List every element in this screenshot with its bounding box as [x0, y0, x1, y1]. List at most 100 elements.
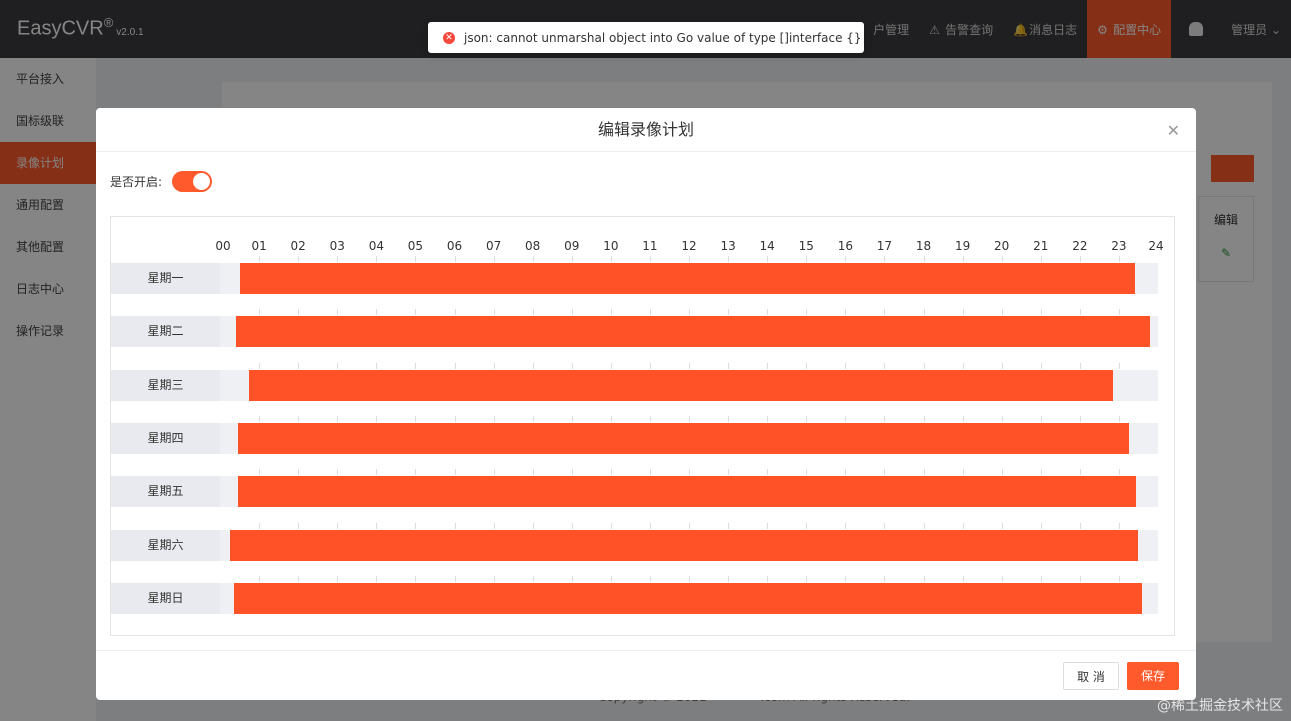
hour-label: 02 — [290, 239, 306, 253]
hour-tick — [649, 522, 651, 529]
hour-tick — [1001, 309, 1003, 316]
record-time-bar[interactable] — [239, 263, 1135, 294]
hour-tick — [376, 575, 378, 582]
hour-label: 10 — [603, 239, 619, 253]
hour-label: 21 — [1033, 239, 1049, 253]
hour-tick — [962, 575, 964, 582]
hour-label: 05 — [407, 239, 424, 253]
hour-tick — [806, 256, 808, 262]
hour-label: 04 — [368, 239, 384, 253]
hour-tick — [1040, 362, 1042, 369]
save-button[interactable]: 保存 — [1127, 662, 1179, 690]
hour-tick — [962, 522, 964, 529]
hour-tick — [415, 362, 417, 369]
hour-tick — [1118, 575, 1120, 582]
hour-label: 15 — [798, 239, 814, 253]
hour-tick — [1001, 256, 1003, 262]
record-time-bar[interactable] — [235, 316, 1151, 348]
enable-toggle[interactable] — [172, 170, 213, 192]
hour-tick — [337, 575, 339, 582]
hour-tick — [728, 415, 730, 422]
hour-label: 16 — [837, 239, 853, 253]
hour-tick — [298, 309, 300, 316]
hour-label: 11 — [642, 239, 658, 253]
record-time-bar[interactable] — [229, 529, 1139, 561]
record-time-bar[interactable] — [237, 476, 1137, 508]
hour-tick — [962, 415, 964, 422]
hour-tick — [649, 469, 651, 476]
hour-tick — [1001, 362, 1003, 369]
hour-tick — [728, 575, 730, 582]
hour-tick — [806, 415, 808, 422]
hour-tick — [649, 575, 651, 582]
modal-title: 编辑录像计划 — [96, 108, 1196, 152]
day-label: 星期三 — [111, 369, 220, 401]
hour-label: 20 — [994, 239, 1010, 253]
hour-tick — [298, 575, 300, 582]
hour-label: 09 — [564, 239, 580, 253]
record-time-bar[interactable] — [237, 422, 1129, 454]
hour-tick — [571, 469, 573, 476]
hour-tick — [1040, 256, 1042, 262]
hour-label: 14 — [759, 239, 775, 253]
hour-tick — [884, 362, 886, 369]
day-track[interactable] — [220, 256, 1158, 294]
hour-tick — [337, 522, 339, 529]
day-label: 星期日 — [111, 582, 220, 614]
day-track[interactable] — [220, 575, 1158, 614]
hour-tick — [962, 469, 964, 476]
hour-tick — [415, 415, 417, 422]
hour-tick — [845, 469, 847, 476]
hour-label: 07 — [485, 239, 502, 253]
hour-tick — [1079, 256, 1081, 262]
hour-tick — [415, 575, 417, 582]
hour-tick — [845, 362, 847, 369]
hour-label: 22 — [1072, 239, 1088, 253]
hour-tick — [571, 362, 573, 369]
hour-tick — [923, 256, 925, 262]
hour-tick — [337, 415, 339, 422]
hour-tick — [493, 469, 495, 476]
hour-tick — [1079, 415, 1081, 422]
cancel-button[interactable]: 取 消 — [1063, 662, 1119, 690]
hour-tick — [1118, 415, 1120, 422]
record-time-bar[interactable] — [249, 369, 1114, 401]
day-track[interactable] — [220, 362, 1158, 401]
day-track[interactable] — [220, 309, 1158, 348]
day-track[interactable] — [220, 469, 1158, 508]
hour-tick — [845, 256, 847, 262]
hour-tick — [923, 415, 925, 422]
record-time-bar[interactable] — [233, 582, 1143, 614]
hour-tick — [1079, 309, 1081, 316]
hour-tick — [1040, 469, 1042, 476]
hour-tick — [493, 415, 495, 422]
hour-tick — [728, 256, 730, 262]
hour-tick — [767, 362, 769, 369]
hour-tick — [1079, 522, 1081, 529]
hour-label: 12 — [681, 239, 697, 253]
hour-tick — [728, 362, 730, 369]
hour-tick — [337, 309, 339, 316]
modal-footer-divider — [96, 650, 1196, 651]
hour-tick — [689, 362, 690, 369]
close-icon[interactable]: ✕ — [1167, 121, 1180, 140]
hour-tick — [571, 575, 573, 582]
day-track[interactable] — [220, 415, 1158, 454]
hour-tick — [767, 256, 769, 262]
hour-tick — [806, 469, 808, 476]
hour-tick — [493, 575, 495, 582]
hour-tick — [1001, 469, 1003, 476]
error-icon: ✕ — [443, 31, 455, 44]
enable-row: 是否开启: — [110, 170, 213, 192]
hour-tick — [923, 362, 925, 369]
hour-tick — [962, 309, 964, 316]
hour-tick — [337, 469, 339, 476]
hour-tick — [1001, 522, 1003, 529]
hour-tick — [1040, 575, 1042, 582]
hour-tick — [806, 522, 808, 529]
hour-tick — [376, 469, 378, 476]
hour-tick — [884, 522, 886, 529]
hour-tick — [376, 522, 378, 529]
hour-tick — [1118, 469, 1120, 476]
day-track[interactable] — [220, 522, 1158, 561]
